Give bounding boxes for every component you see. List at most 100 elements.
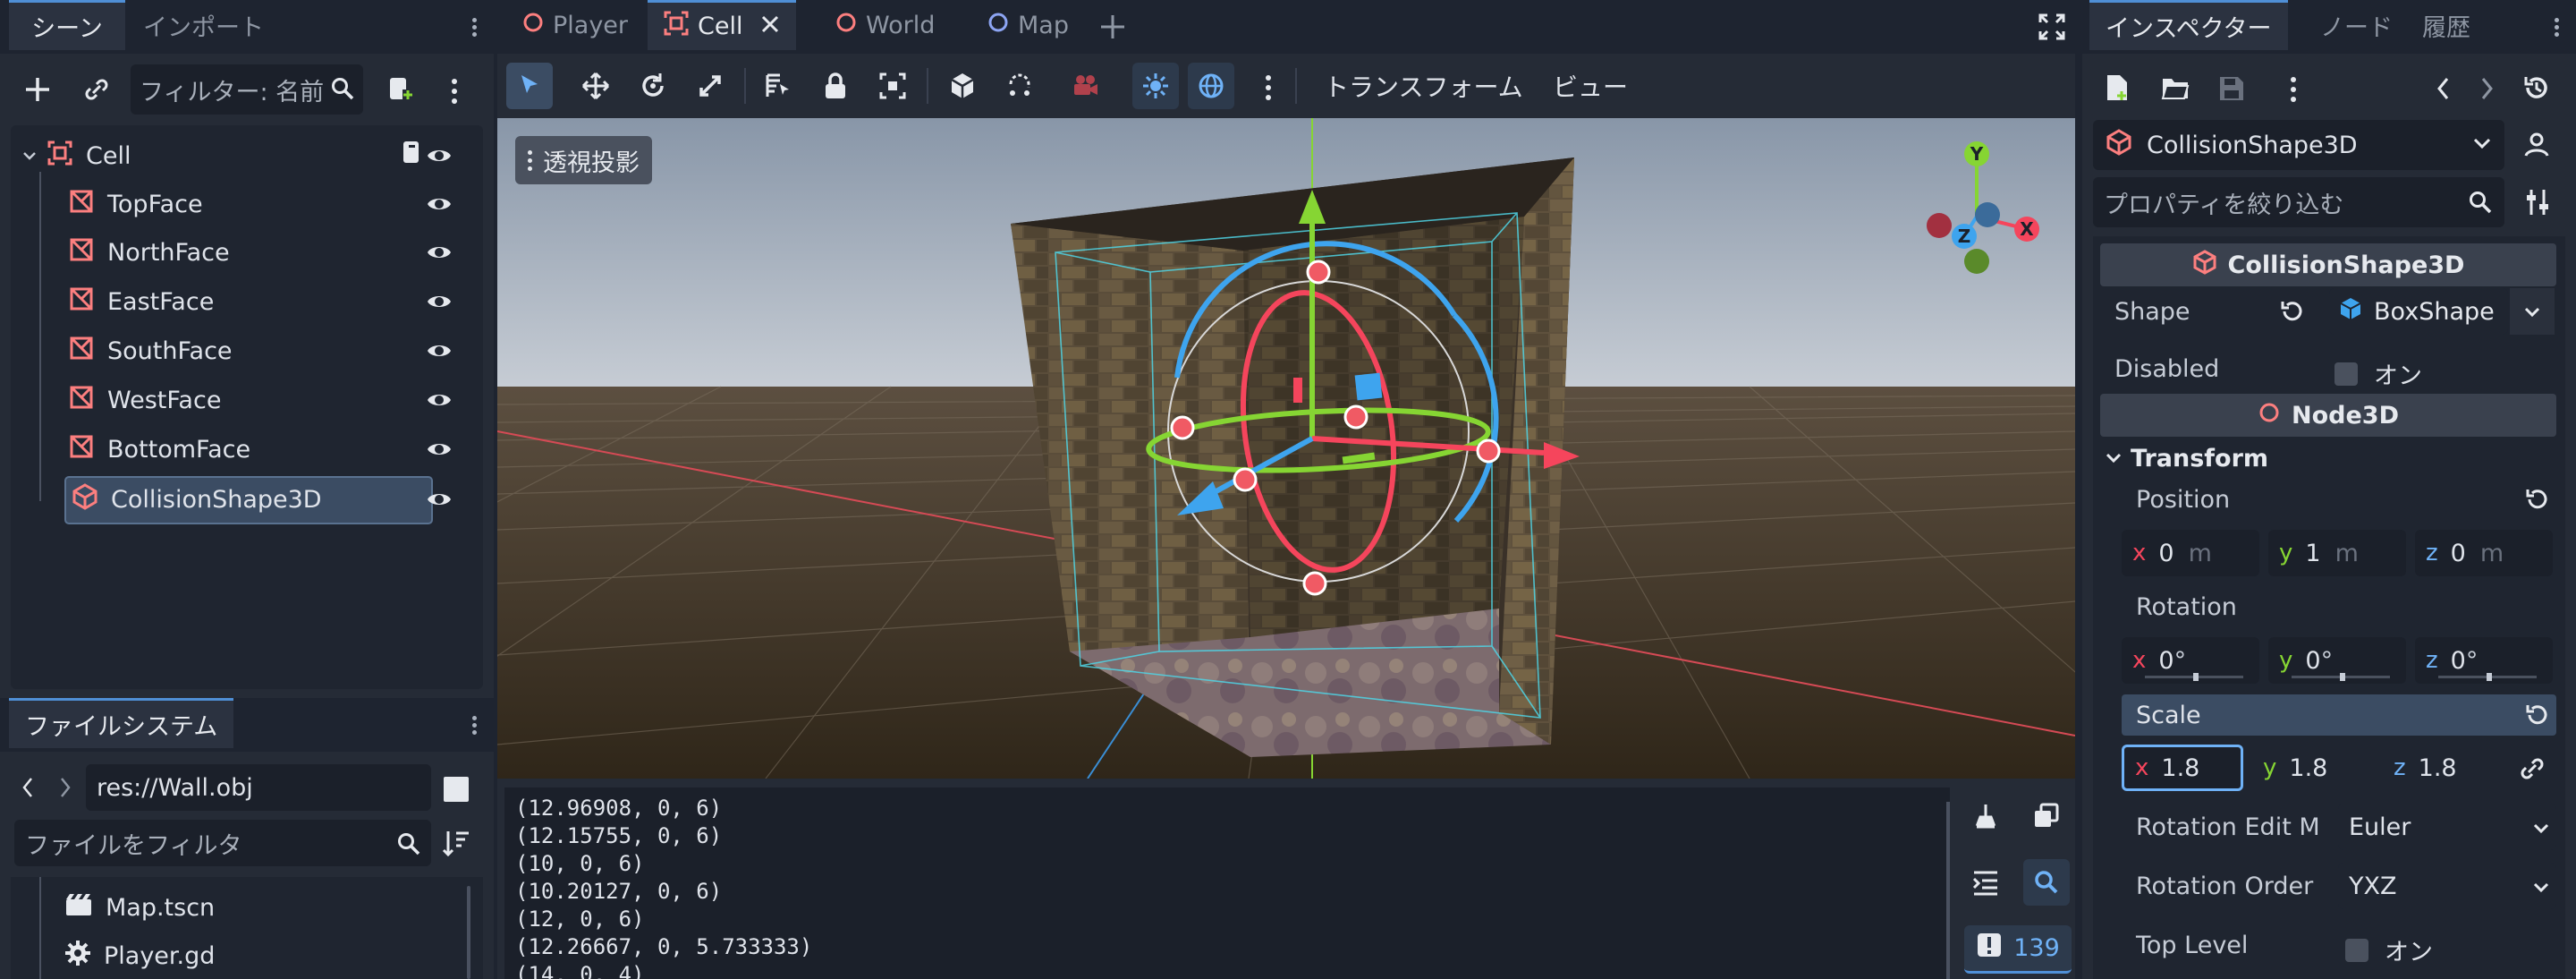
link-icon[interactable]	[2519, 755, 2546, 782]
lock-button[interactable]	[812, 63, 859, 109]
open-folder-icon[interactable]	[2161, 75, 2190, 100]
rotation-x-field[interactable]: x 0 °	[2122, 637, 2259, 684]
link-icon[interactable]	[79, 72, 114, 107]
select-tool-button[interactable]	[506, 63, 553, 109]
revert-icon[interactable]	[2524, 487, 2549, 518]
tab-node[interactable]: ノード	[2304, 0, 2409, 50]
tree-item-topface[interactable]: TopFace	[14, 181, 479, 227]
rotation-edit-mode-dropdown[interactable]: Euler	[2338, 804, 2556, 850]
tab-player[interactable]: Player	[506, 0, 644, 50]
close-icon[interactable]	[760, 13, 780, 40]
clear-output-icon[interactable]	[1971, 802, 2000, 830]
message-filter-button[interactable]: 139	[1964, 925, 2072, 974]
section-header-node3d[interactable]: Node3D	[2100, 394, 2556, 437]
shape-dropdown-button[interactable]	[2510, 288, 2555, 335]
toolbar-more-icon[interactable]	[1261, 70, 1275, 106]
scene-menu-icon[interactable]	[444, 73, 465, 109]
transform-menu[interactable]: トランスフォーム	[1324, 68, 1523, 104]
forward-arrow-icon[interactable]	[57, 775, 73, 800]
tab-cell[interactable]: Cell	[648, 0, 797, 50]
output-log[interactable]: (12.96908, 0, 6) (12.15755, 0, 6) (10, 0…	[504, 787, 1950, 979]
scene-filter-input[interactable]: フィルター: 名前	[131, 64, 363, 115]
view-orientation-gizmo[interactable]: Y X Z	[1914, 138, 2048, 274]
tab-scene[interactable]: シーン	[9, 0, 125, 50]
slider-handle[interactable]	[2193, 673, 2199, 681]
list-tool-button[interactable]	[755, 63, 801, 109]
tree-item-collisionshape3d[interactable]: CollisionShape3D	[14, 476, 479, 523]
perspective-menu[interactable]: 透視投影	[515, 136, 652, 184]
file-item-player[interactable]: Player.gd	[64, 932, 422, 979]
dock-menu-icon[interactable]	[463, 711, 485, 739]
scale-z-field[interactable]: z 1.8	[2383, 745, 2504, 791]
object-selector[interactable]: CollisionShape3D	[2093, 120, 2504, 170]
visibility-eye-icon[interactable]	[426, 486, 453, 513]
attach-script-icon[interactable]	[383, 72, 419, 107]
tree-item-northface[interactable]: NorthFace	[14, 229, 479, 276]
toggle-split-icon[interactable]	[444, 777, 469, 802]
collapse-icon[interactable]	[1971, 868, 2000, 897]
visibility-eye-icon[interactable]	[426, 387, 453, 413]
scrollbar[interactable]	[1946, 802, 1950, 979]
visibility-eye-icon[interactable]	[426, 288, 453, 315]
visibility-eye-icon[interactable]	[426, 239, 453, 266]
slider-handle[interactable]	[2340, 673, 2345, 681]
add-node-icon[interactable]	[20, 72, 55, 107]
snap-button[interactable]	[996, 63, 1043, 109]
visibility-eye-icon[interactable]	[426, 436, 453, 463]
rotation-y-field[interactable]: y 0 °	[2268, 637, 2406, 684]
environment-toggle-button[interactable]	[1188, 63, 1234, 109]
position-z-field[interactable]: z 0 m	[2415, 530, 2553, 576]
group-button[interactable]	[869, 63, 916, 109]
visibility-eye-icon[interactable]	[426, 142, 453, 169]
save-icon[interactable]	[2218, 75, 2245, 102]
file-item-map[interactable]: Map.tscn	[64, 884, 422, 931]
sun-toggle-button[interactable]	[1132, 63, 1179, 109]
history-icon[interactable]	[2522, 73, 2551, 102]
scale-y-field[interactable]: y 1.8	[2252, 745, 2374, 791]
viewport-3d[interactable]: 透視投影 Y X Z	[497, 118, 2075, 779]
search-button[interactable]	[2023, 859, 2070, 906]
tab-world[interactable]: World	[819, 0, 951, 50]
rotate-tool-button[interactable]	[630, 63, 676, 109]
new-resource-icon[interactable]	[2104, 73, 2131, 102]
tree-item-southface[interactable]: SouthFace	[14, 328, 479, 374]
visibility-eye-icon[interactable]	[426, 337, 453, 364]
chevron-down-icon[interactable]	[21, 142, 38, 170]
history-forward-icon[interactable]	[2478, 75, 2496, 102]
copy-icon[interactable]	[2032, 802, 2061, 830]
tab-map[interactable]: Map	[971, 0, 1085, 50]
view-menu[interactable]: ビュー	[1553, 68, 1628, 104]
shape-resource-picker[interactable]: BoxShape	[2329, 288, 2508, 335]
visibility-eye-icon[interactable]	[426, 191, 453, 217]
scale-x-field[interactable]: x 1.8	[2122, 745, 2243, 791]
scene-render[interactable]	[497, 118, 2075, 779]
revert-icon[interactable]	[2279, 299, 2304, 330]
disabled-checkbox[interactable]: オン	[2334, 356, 2422, 391]
tree-item-bottomface[interactable]: BottomFace	[14, 426, 479, 472]
snap-object-button[interactable]	[939, 63, 986, 109]
scrollbar[interactable]	[467, 886, 470, 979]
add-tab-icon[interactable]	[1098, 13, 1127, 41]
property-filter-input[interactable]: プロパティを絞り込む	[2093, 177, 2504, 227]
sort-icon[interactable]	[442, 829, 470, 857]
dock-menu-icon[interactable]	[463, 13, 485, 41]
tab-inspector[interactable]: インスペクター	[2089, 0, 2288, 50]
position-y-field[interactable]: y 1 m	[2268, 530, 2406, 576]
tools-icon[interactable]	[2524, 188, 2551, 217]
back-arrow-icon[interactable]	[20, 775, 36, 800]
tree-item-cell[interactable]: Cell	[14, 132, 479, 179]
slider-handle[interactable]	[2487, 673, 2492, 681]
object-menu-icon[interactable]	[2286, 73, 2301, 106]
file-filter-input[interactable]: ファイルをフィルタ	[14, 820, 431, 866]
revert-icon[interactable]	[2524, 702, 2549, 734]
distraction-free-icon[interactable]	[2038, 13, 2066, 41]
node-info-icon[interactable]	[2522, 131, 2551, 159]
top-level-checkbox[interactable]: オン	[2345, 932, 2433, 967]
rotation-z-field[interactable]: z 0 °	[2415, 637, 2553, 684]
rotation-order-dropdown[interactable]: YXZ	[2338, 863, 2556, 909]
scale-tool-button[interactable]	[687, 63, 733, 109]
tree-item-eastface[interactable]: EastFace	[14, 278, 479, 325]
tree-item-westface[interactable]: WestFace	[14, 377, 479, 423]
tab-import[interactable]: インポート	[127, 0, 280, 50]
move-tool-button[interactable]	[572, 63, 619, 109]
